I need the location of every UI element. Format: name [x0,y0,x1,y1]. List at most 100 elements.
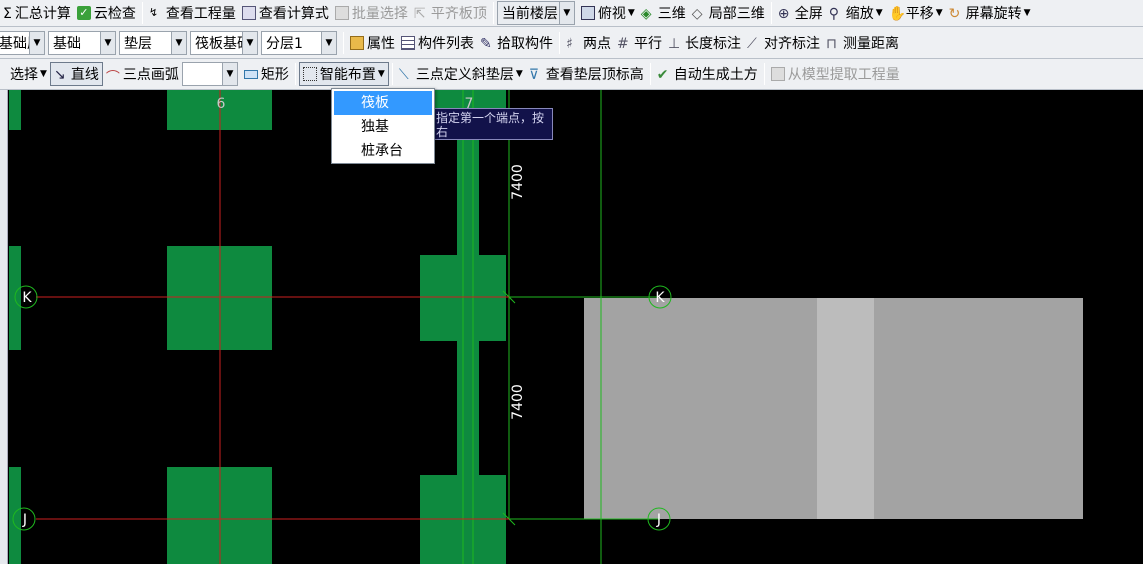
hand-icon: ✋ [888,6,907,22]
partial-3d-button[interactable]: ◇ 局部三维 [689,1,768,25]
length-dim-label: 长度标注 [685,35,741,52]
summary-calc-button[interactable]: Σ 汇总计算 [0,1,74,25]
top-view-button[interactable]: 俯视 ▼ [578,1,638,25]
chevron-down-icon: ▼ [40,69,47,79]
measure-distance-button[interactable]: ⊓ 测量距离 [823,31,902,55]
three-point-arc-button[interactable]: ⌒ 三点画弧 [103,62,182,86]
rectangle-button[interactable]: 矩形 [241,62,292,86]
sigma-icon: Σ [3,6,12,22]
align-dim-label: 对齐标注 [764,35,820,52]
layer-combo[interactable]: 分层1 ▼ [261,30,337,55]
view-formula-label: 查看计算式 [258,6,329,22]
separator [294,63,296,85]
type-combo[interactable]: 垫层 ▼ [119,30,187,55]
chevron-down-icon: ▼ [377,69,385,79]
category-combo[interactable]: 基础 ▼ [48,30,116,55]
select-button[interactable]: 选择 ▼ [0,62,50,86]
summary-calc-label: 汇总计算 [14,6,71,22]
drawing-canvas[interactable]: 6 7 K J K J 7400 7400 [9,90,1143,564]
auto-earthwork-button[interactable]: ✔ 自动生成土方 [654,62,761,86]
align-top-icon: ⇱ [413,6,426,22]
component-list-button[interactable]: 构件列表 [398,31,477,55]
align-slab-top-label: 平齐板顶 [430,6,487,22]
component-list-label: 构件列表 [418,35,474,52]
three-point-slope-button[interactable]: ⟍ 三点定义斜垫层 ▼ [396,62,526,86]
menu-item-raft[interactable]: 筏板 [334,91,432,115]
properties-button[interactable]: 属性 [347,31,398,55]
pick-component-button[interactable]: ✎ 拾取构件 [477,31,556,55]
chevron-down-icon[interactable]: ▼ [29,31,44,54]
component-combo[interactable]: 筏板基础 ▼ [190,30,258,55]
axis-label-j-left: J [22,512,27,528]
align-dim-icon: ⟋ [747,35,757,52]
view-cushion-top-button[interactable]: ⊽ 查看垫层顶标高 [526,62,647,86]
fullscreen-icon: ⊕ [777,6,790,22]
footing[interactable] [9,90,21,130]
view-cushion-top-label: 查看垫层顶标高 [545,67,644,83]
floor-combo[interactable]: 基础层 ▼ [0,30,45,55]
tooltip-line-2: 取消 [436,139,549,140]
slope-icon: ⟍ [398,67,409,83]
batch-select-label: 批量选择 [351,6,408,22]
screen-rotate-label: 屏幕旋转 [965,6,1022,22]
auto-earthwork-label: 自动生成土方 [673,67,758,83]
properties-label: 属性 [367,35,395,52]
align-dim-button[interactable]: ⟋ 对齐标注 [744,31,823,55]
left-side-strip[interactable] [0,90,8,564]
pick-icon: ✎ [480,35,492,52]
component-toolbar: 基础层 ▼ 基础 ▼ 垫层 ▼ 筏板基础 ▼ 分层1 ▼ 属性 构件列表 ✎ 拾… [0,27,1143,59]
chevron-down-icon[interactable]: ▼ [558,2,574,24]
view-formula-button[interactable]: 查看计算式 [239,1,332,25]
main-toolbar: Σ 汇总计算 ✓ 云检查 ↯ 查看工程量 查看计算式 批量选择 ⇱ 平齐板顶 当… [0,0,1143,27]
parallel-button[interactable]: # 平行 [614,31,665,55]
separator [141,2,143,24]
menu-item-isolated-footing[interactable]: 独基 [332,115,434,139]
fullscreen-label: 全屏 [794,6,823,22]
chevron-down-icon: ▼ [935,8,943,18]
chevron-down-icon[interactable]: ▼ [321,31,336,54]
pan-button[interactable]: ✋ 平移 ▼ [886,1,946,25]
smart-layout-label: 智能布置 [319,67,376,83]
formula-icon [241,6,256,20]
menu-item-pile-cap[interactable]: 桩承台 [332,139,434,163]
chevron-down-icon: ▼ [515,69,523,79]
batch-select-button[interactable]: 批量选择 [332,1,411,25]
view-quantity-button[interactable]: ↯ 查看工程量 [146,1,239,25]
line-button[interactable]: ↘ 直线 [49,62,103,86]
axis-label-k-left: K [22,290,32,306]
extract-from-model-label: 从模型提取工程量 [787,67,900,83]
three-point-arc-label: 三点画弧 [122,67,179,83]
separator [343,31,344,54]
chevron-down-icon[interactable]: ▼ [171,31,186,54]
separator [492,2,494,24]
axis-label-k-right: K [655,290,665,306]
arc-combo[interactable]: ▼ [181,62,238,86]
cloud-check-button[interactable]: ✓ 云检查 [74,1,139,25]
two-points-button[interactable]: ♯ 两点 [563,31,614,55]
screen-rotate-button[interactable]: ↻ 屏幕旋转 ▼ [946,1,1034,25]
extract-from-model-button[interactable]: 从模型提取工程量 [768,62,903,86]
top-view-label: 俯视 [597,6,626,22]
pan-label: 平移 [905,6,934,22]
footing[interactable] [9,467,21,564]
chevron-down-icon: ▼ [627,8,635,18]
chevron-down-icon[interactable]: ▼ [100,31,115,54]
current-floor-combo[interactable]: 当前楼层 ▼ [496,1,575,25]
parallel-icon: # [617,35,629,52]
category-combo-value: 基础 [53,35,81,52]
zoom-button[interactable]: ⚲ 缩放 ▼ [826,1,886,25]
chevron-down-icon[interactable]: ▼ [242,31,257,54]
line-icon: ↘ [53,67,66,83]
view-quantity-label: 查看工程量 [165,6,236,22]
chevron-down-icon[interactable]: ▼ [221,63,237,85]
three-d-button[interactable]: ◈ 三维 [638,1,689,25]
component-combo-value: 筏板基础 [195,35,245,52]
length-dim-button[interactable]: ⊥ 长度标注 [665,31,744,55]
elevation-icon: ⊽ [528,67,540,83]
smart-layout-button[interactable]: 智能布置 ▼ [298,62,389,86]
separator [559,31,560,54]
earthwork-icon: ✔ [656,67,669,83]
layer-combo-value: 分层1 [266,35,303,52]
align-slab-top-button[interactable]: ⇱ 平齐板顶 [411,1,490,25]
fullscreen-button[interactable]: ⊕ 全屏 [775,1,826,25]
